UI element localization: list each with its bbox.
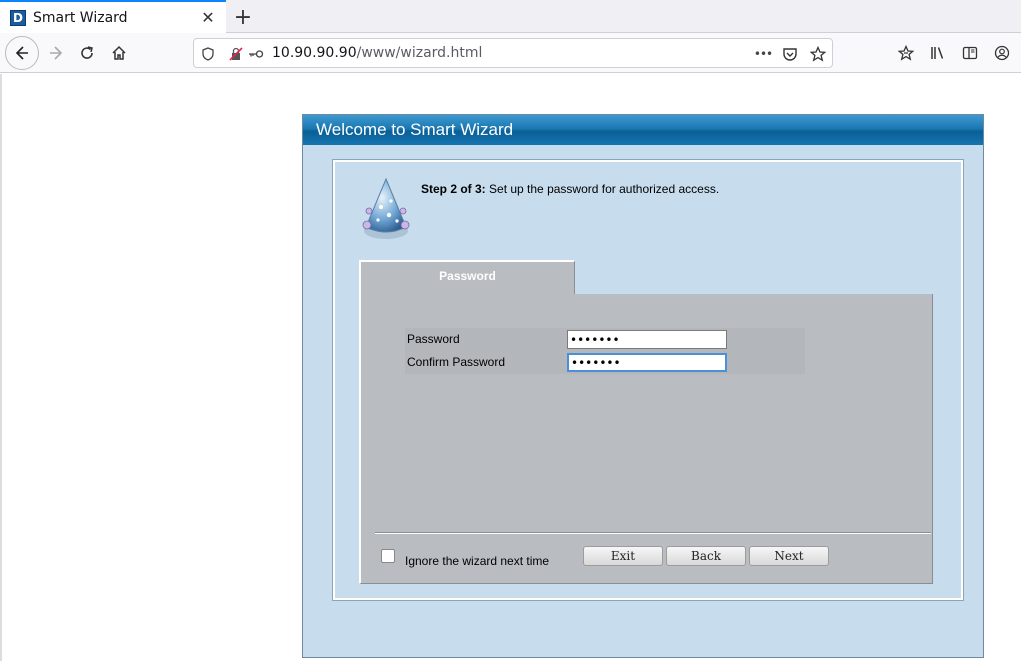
url-host: 10.90.90.90: [272, 45, 357, 61]
browser-navbar: 10.90.90.90/www/wizard.html •••: [0, 33, 1021, 73]
tab-password[interactable]: Password: [359, 260, 575, 296]
library-icon: [931, 47, 944, 59]
step-description: Set up the password for authorized acces…: [485, 182, 720, 196]
account-button[interactable]: [986, 37, 1018, 69]
reload-button[interactable]: [71, 37, 103, 69]
password-form: Password Confirm Password: [405, 328, 805, 374]
shield-icon[interactable]: [198, 44, 218, 64]
url-text: 10.90.90.90/www/wizard.html: [272, 45, 482, 61]
key-icon[interactable]: [246, 44, 266, 64]
new-tab-button[interactable]: +: [231, 5, 255, 30]
wizard-hat-icon: [362, 177, 410, 239]
back-button[interactable]: [5, 36, 39, 70]
forward-arrow-icon: [50, 46, 63, 60]
tab-title: Smart Wizard: [33, 9, 128, 26]
bookmark-star-icon[interactable]: [808, 44, 828, 64]
home-button[interactable]: [103, 37, 135, 69]
password-panel: Password Confirm Password Ignore the wiz…: [359, 294, 933, 584]
next-button[interactable]: Next: [749, 546, 829, 566]
divider: [375, 532, 931, 534]
password-input[interactable]: [567, 330, 727, 349]
wizard-title: Welcome to Smart Wizard: [316, 120, 514, 139]
ignore-wizard-checkbox[interactable]: [381, 549, 395, 563]
step-indicator: Step 2 of 3: Set up the password for aut…: [421, 182, 719, 196]
exit-button[interactable]: Exit: [583, 546, 663, 566]
url-path: /www/wizard.html: [356, 45, 483, 61]
tab-password-label: Password: [439, 269, 496, 283]
smart-wizard-dialog: Welcome to Smart Wizard Step 2 of 3: Set…: [302, 114, 984, 658]
step-label: Step 2 of 3:: [421, 182, 486, 196]
wizard-header: Welcome to Smart Wizard: [303, 115, 983, 145]
reload-icon: [81, 46, 93, 59]
browser-tabstrip: D Smart Wizard ✕ +: [0, 0, 1021, 33]
bookmarks-menu-button[interactable]: [890, 37, 922, 69]
home-icon: [112, 45, 126, 60]
pocket-icon[interactable]: [780, 44, 800, 64]
url-bar[interactable]: 10.90.90.90/www/wizard.html •••: [193, 38, 833, 68]
sidebar-button[interactable]: [954, 37, 986, 69]
ignore-wizard-label: Ignore the wizard next time: [405, 554, 550, 568]
password-label: Password: [407, 332, 460, 346]
sidebar-icon: [962, 46, 978, 60]
password-row: Password: [405, 328, 805, 350]
dlink-favicon-icon: D: [10, 9, 26, 26]
confirm-password-row: Confirm Password: [405, 351, 805, 373]
confirm-password-input[interactable]: [567, 353, 727, 372]
browser-tab[interactable]: D Smart Wizard ✕: [0, 0, 226, 33]
back-step-button[interactable]: Back: [666, 546, 746, 566]
wizard-body: Step 2 of 3: Set up the password for aut…: [332, 159, 964, 601]
close-tab-icon[interactable]: ✕: [198, 8, 218, 28]
forward-button[interactable]: [40, 37, 72, 69]
bookmark-list-icon: [898, 45, 914, 61]
confirm-password-label: Confirm Password: [407, 355, 506, 369]
back-arrow-icon: [15, 46, 28, 60]
page-actions-menu-icon[interactable]: •••: [752, 44, 774, 64]
library-button[interactable]: [922, 37, 954, 69]
account-icon: [994, 45, 1010, 61]
insecure-lock-icon[interactable]: [226, 44, 246, 64]
